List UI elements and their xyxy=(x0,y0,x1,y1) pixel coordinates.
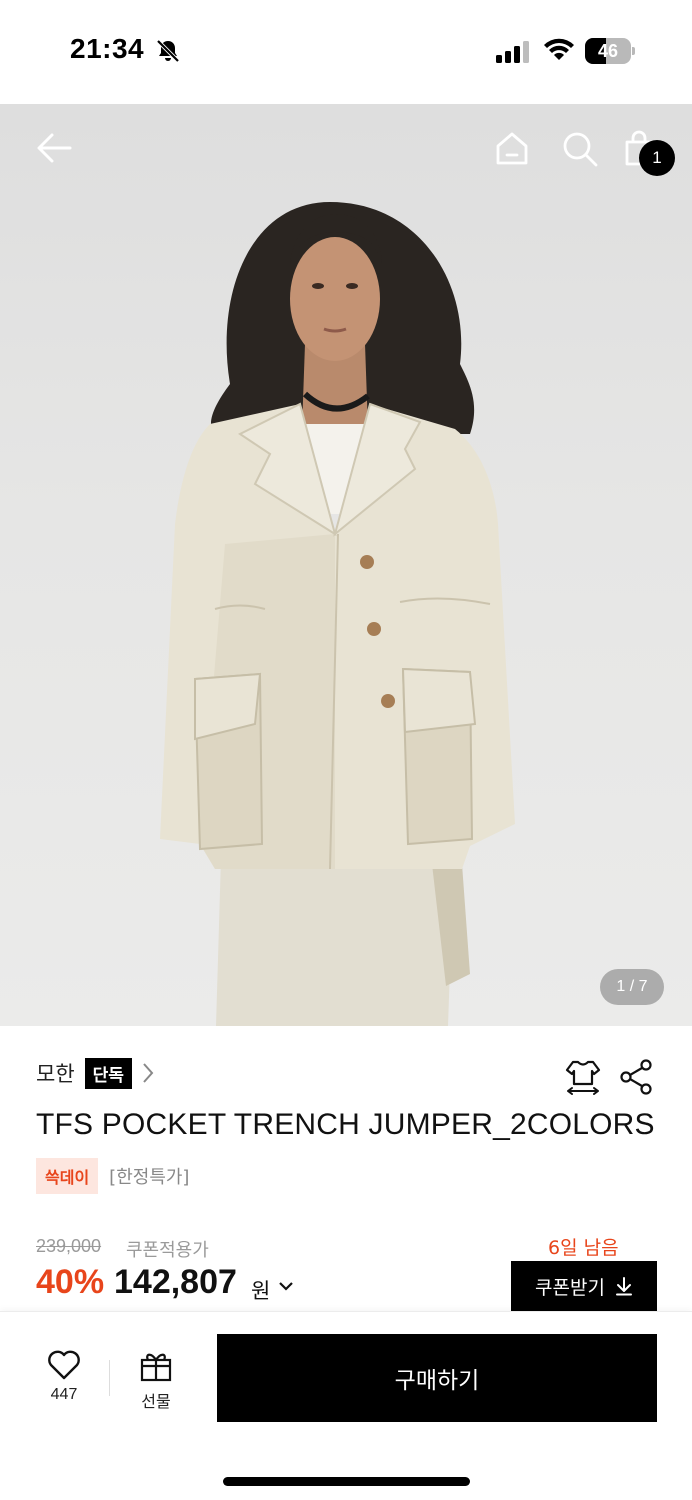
promo-tags: 쓱데이 [한정특가] xyxy=(36,1158,189,1194)
battery-indicator: 46 xyxy=(585,38,635,64)
bell-muted-icon xyxy=(156,39,180,63)
like-button[interactable]: 447 xyxy=(36,1350,92,1404)
get-coupon-button[interactable]: 쿠폰받기 xyxy=(511,1261,657,1311)
cart-count-badge[interactable]: 1 xyxy=(639,140,675,176)
brand-name: 모한 xyxy=(36,1062,75,1086)
exclusive-badge: 단독 xyxy=(84,1057,132,1089)
download-icon xyxy=(615,1277,632,1296)
chevron-right-icon xyxy=(143,1063,154,1083)
home-indicator xyxy=(223,1477,470,1486)
original-price: 239,000 xyxy=(36,1236,102,1256)
share-icon[interactable] xyxy=(619,1059,653,1095)
currency-unit: 원 xyxy=(251,1279,271,1303)
buy-button[interactable]: 구매하기 xyxy=(217,1334,657,1422)
brand-link[interactable]: 모한 단독 xyxy=(36,1056,154,1090)
signal-icon xyxy=(496,41,529,63)
chevron-down-icon[interactable] xyxy=(277,1280,295,1292)
wifi-icon xyxy=(544,38,574,60)
size-fit-icon[interactable] xyxy=(565,1058,601,1096)
gift-label: 선물 xyxy=(141,1392,171,1411)
limited-tag: [한정특가] xyxy=(109,1167,190,1188)
back-arrow-icon[interactable] xyxy=(36,132,72,164)
home-icon[interactable] xyxy=(494,130,530,166)
status-bar: 21:34 46 xyxy=(0,0,692,104)
gift-icon xyxy=(140,1353,172,1382)
gift-button[interactable]: 선물 xyxy=(128,1350,184,1412)
product-image[interactable] xyxy=(0,104,692,1026)
battery-level: 46 xyxy=(597,41,619,61)
discount-rate: 40% xyxy=(36,1263,105,1301)
search-icon[interactable] xyxy=(561,130,599,168)
image-page-indicator: 1 / 7 xyxy=(600,969,664,1005)
coupon-days-left: 6일 남음 xyxy=(548,1237,619,1259)
get-coupon-label: 쿠폰받기 xyxy=(535,1276,605,1299)
status-time: 21:34 xyxy=(70,33,145,64)
model-photo xyxy=(160,202,515,1026)
like-count: 447 xyxy=(50,1386,78,1403)
divider xyxy=(109,1360,110,1396)
coupon-applied-label: 쿠폰적용가 xyxy=(126,1240,209,1261)
heart-icon xyxy=(48,1350,80,1380)
product-title: TFS POCKET TRENCH JUMPER_2COLORS xyxy=(36,1108,655,1141)
event-tag: 쓱데이 xyxy=(36,1158,99,1194)
sale-price: 142,807 xyxy=(114,1263,237,1301)
